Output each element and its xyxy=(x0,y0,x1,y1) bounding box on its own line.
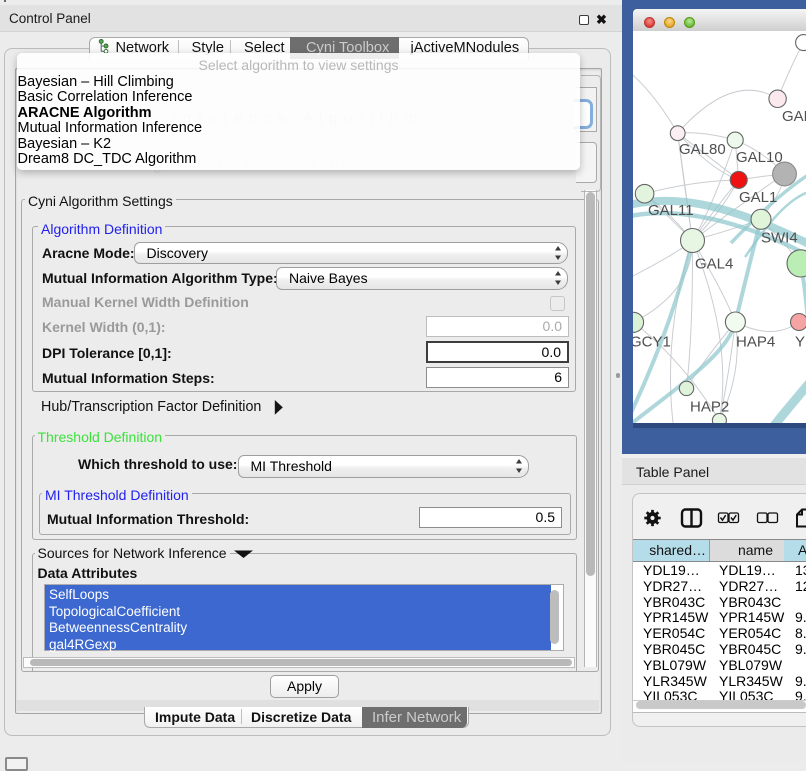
svg-text:HAP2: HAP2 xyxy=(690,399,729,416)
svg-text:GAL1: GAL1 xyxy=(739,189,777,206)
svg-text:GAL80: GAL80 xyxy=(679,141,726,158)
svg-text:SWI4: SWI4 xyxy=(761,230,798,247)
svg-text:GCY1: GCY1 xyxy=(633,334,671,351)
svg-text:GAL10: GAL10 xyxy=(736,149,783,166)
svg-text:GAL: GAL xyxy=(782,108,806,125)
svg-text:GAL4: GAL4 xyxy=(695,256,733,273)
svg-text:GAL11: GAL11 xyxy=(648,202,694,219)
svg-text:HAP4: HAP4 xyxy=(736,334,775,351)
svg-text:Y: Y xyxy=(795,334,805,351)
